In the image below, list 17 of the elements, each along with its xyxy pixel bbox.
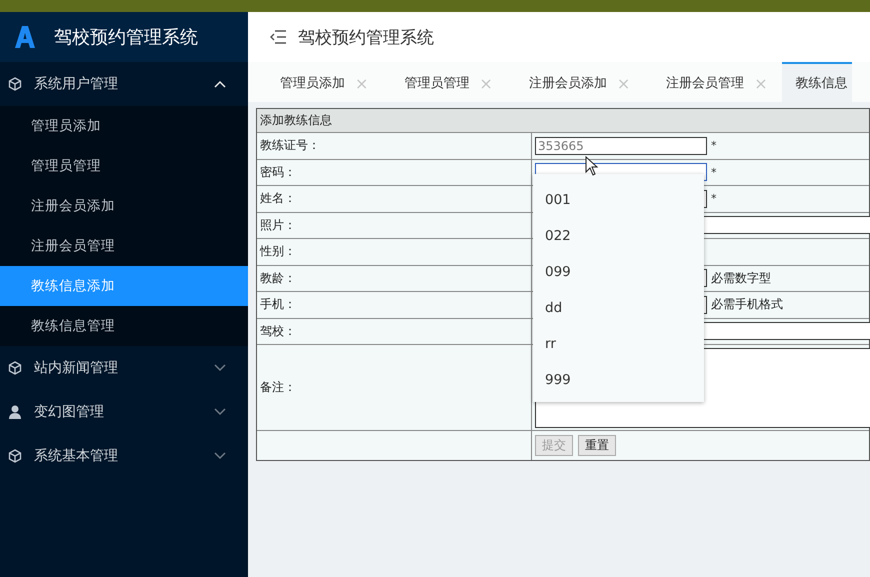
required-mark: * (711, 166, 716, 179)
field-label: 密码： (257, 160, 532, 185)
field-label: 教龄： (257, 266, 532, 291)
required-mark: * (711, 139, 716, 152)
page-title: 驾校预约管理系统 (298, 26, 434, 48)
required-mark: * (711, 192, 716, 206)
field-label: 手机： (257, 292, 532, 318)
field-label: 备注： (257, 345, 532, 430)
field-label: 照片： (257, 212, 532, 238)
field-hint: 必需数字型 (711, 270, 771, 287)
field-label: 驾校： (257, 318, 532, 344)
field-label: 性别： (257, 239, 532, 264)
app-title: 驾校预约管理系统 (54, 26, 198, 49)
field-hint: 必需手机格式 (711, 296, 783, 314)
form-title: 添加教练信息 (257, 109, 869, 133)
field-label: 姓名： (257, 186, 532, 212)
field-label: 教练证号： (257, 133, 532, 158)
